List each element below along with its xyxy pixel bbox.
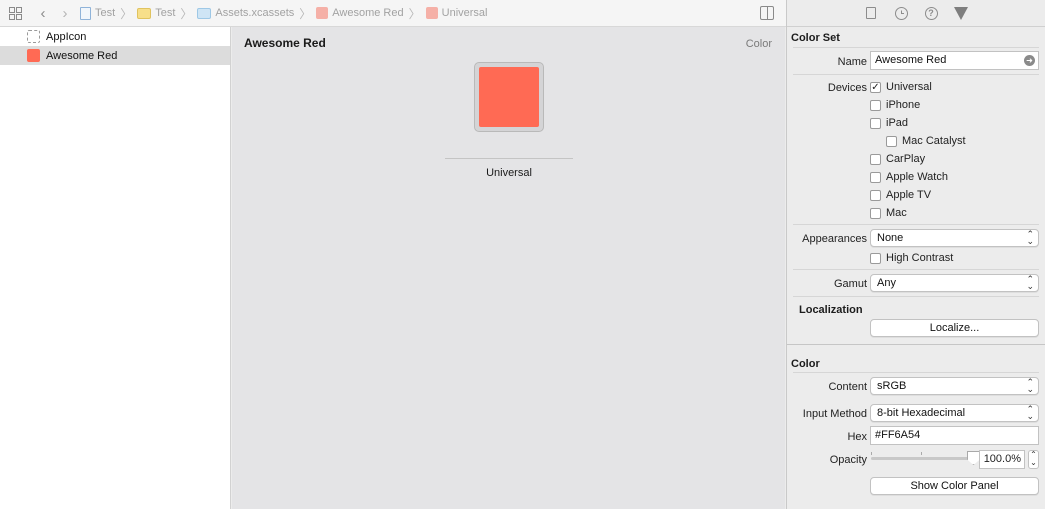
devices-label: Devices <box>827 82 867 94</box>
device-checkbox-mac[interactable]: Mac <box>870 207 907 219</box>
asset-catalog-icon <box>197 7 212 19</box>
jump-bar: ‹ › Test 〉 Test 〉 Assets.xcassets 〉 Awes… <box>0 0 786 27</box>
slot-divider <box>445 158 573 159</box>
checkbox-icon <box>870 117 881 129</box>
device-checkbox-universal[interactable]: ✓ Universal <box>870 81 932 93</box>
go-arrow-icon[interactable]: ➜ <box>1024 55 1035 66</box>
attributes-icon[interactable] <box>954 6 968 20</box>
editor-title: Awesome Red <box>244 36 326 50</box>
section-divider <box>787 344 1045 345</box>
editor-kind-label: Color <box>745 38 772 50</box>
show-color-panel-button[interactable]: Show Color Panel <box>870 477 1039 495</box>
breadcrumb-item-colorset[interactable]: Awesome Red <box>316 7 404 19</box>
content-label: Content <box>828 381 867 393</box>
content-popup[interactable]: sRGB ⌃ ⌄ <box>870 377 1039 395</box>
input-method-label: Input Method <box>802 408 867 420</box>
device-checkbox-ipad[interactable]: iPad <box>870 117 908 129</box>
breadcrumb-item-project[interactable]: Test <box>80 6 115 20</box>
divider <box>793 224 1039 225</box>
color-swatch <box>479 67 539 127</box>
help-icon[interactable]: ? <box>924 6 938 20</box>
opacity-slider-ticks <box>871 452 973 456</box>
attributes-inspector: ? Color Set Name Awesome Red ➜ Devices ✓… <box>786 0 1045 509</box>
name-field[interactable]: Awesome Red ➜ <box>870 51 1039 70</box>
breadcrumb-item-folder[interactable]: Test <box>137 7 175 19</box>
device-checkbox-apple-watch[interactable]: Apple Watch <box>870 171 948 183</box>
updown-chevron-icon: ⌃ ⌄ <box>1026 404 1034 421</box>
gamut-popup[interactable]: Any ⌃ ⌄ <box>870 274 1039 292</box>
breadcrumb-separator-icon: 〉 <box>299 6 312 21</box>
appicon-icon <box>27 30 40 43</box>
checkbox-icon: ✓ <box>870 81 881 93</box>
opacity-field[interactable]: 100.0% <box>979 450 1025 469</box>
color-swatch-icon <box>27 49 40 62</box>
opacity-stepper[interactable]: ⌃ ⌄ <box>1028 450 1039 469</box>
file-inspector-icon[interactable] <box>865 7 878 20</box>
appearances-popup[interactable]: None ⌃ ⌄ <box>870 229 1039 247</box>
breadcrumb-separator-icon: 〉 <box>408 6 421 21</box>
hex-label: Hex <box>847 431 867 443</box>
breadcrumb-separator-icon: 〉 <box>120 6 133 21</box>
project-file-icon <box>80 6 91 20</box>
inspector-tabs: ? <box>787 0 1045 27</box>
checkbox-icon <box>870 171 881 183</box>
gamut-label: Gamut <box>833 278 867 290</box>
checkbox-icon <box>870 252 881 264</box>
opacity-label: Opacity <box>829 454 867 466</box>
outline-item-appicon[interactable]: AppIcon <box>0 27 230 46</box>
divider <box>793 74 1039 75</box>
breadcrumb: Test 〉 Test 〉 Assets.xcassets 〉 Awesome … <box>80 5 488 22</box>
opacity-slider-track[interactable] <box>871 457 973 460</box>
device-checkbox-mac-catalyst[interactable]: Mac Catalyst <box>886 135 966 147</box>
color-set-section-title: Color Set <box>791 32 840 44</box>
asset-outline: AppIcon Awesome Red <box>0 27 231 509</box>
divider <box>793 47 1039 48</box>
breadcrumb-separator-icon: 〉 <box>180 6 193 21</box>
divider <box>793 269 1039 270</box>
checkbox-icon <box>870 99 881 111</box>
breadcrumb-item-universal[interactable]: Universal <box>425 7 488 19</box>
device-checkbox-apple-tv[interactable]: Apple TV <box>870 189 931 201</box>
high-contrast-checkbox[interactable]: High Contrast <box>870 252 953 264</box>
updown-chevron-icon: ⌃ ⌄ <box>1026 274 1034 291</box>
name-label: Name <box>837 56 867 68</box>
checkbox-icon <box>870 153 881 165</box>
checkbox-icon <box>870 189 881 201</box>
updown-chevron-icon: ⌃ ⌄ <box>1026 229 1034 246</box>
breadcrumb-item-assets[interactable]: Assets.xcassets <box>197 7 294 19</box>
outline-item-awesome-red[interactable]: Awesome Red <box>0 46 230 65</box>
forward-chevron-icon[interactable]: › <box>58 5 72 22</box>
divider <box>793 372 1039 373</box>
color-set-icon <box>425 7 438 19</box>
device-checkbox-carplay[interactable]: CarPlay <box>870 153 925 165</box>
color-set-editor: Awesome Red Color Universal <box>232 27 785 509</box>
back-chevron-icon[interactable]: ‹ <box>36 5 50 22</box>
history-icon[interactable] <box>894 6 908 20</box>
folder-icon <box>137 7 152 19</box>
device-checkbox-iphone[interactable]: iPhone <box>870 99 920 111</box>
slot-label: Universal <box>486 167 532 179</box>
checkbox-icon <box>870 207 881 219</box>
localize-button[interactable]: Localize... <box>870 319 1039 337</box>
color-well[interactable] <box>474 62 544 132</box>
color-set-icon <box>316 7 329 19</box>
add-editor-icon[interactable] <box>760 6 774 20</box>
checkbox-icon <box>886 135 897 147</box>
hex-field[interactable]: #FF6A54 <box>870 426 1039 445</box>
appearances-label: Appearances <box>802 233 867 245</box>
divider <box>793 296 1039 297</box>
input-method-popup[interactable]: 8-bit Hexadecimal ⌃ ⌄ <box>870 404 1039 422</box>
color-section-title: Color <box>791 358 820 370</box>
related-items-grid-icon[interactable] <box>8 6 22 20</box>
localization-section-title: Localization <box>799 304 863 316</box>
updown-chevron-icon: ⌃ ⌄ <box>1026 377 1034 394</box>
